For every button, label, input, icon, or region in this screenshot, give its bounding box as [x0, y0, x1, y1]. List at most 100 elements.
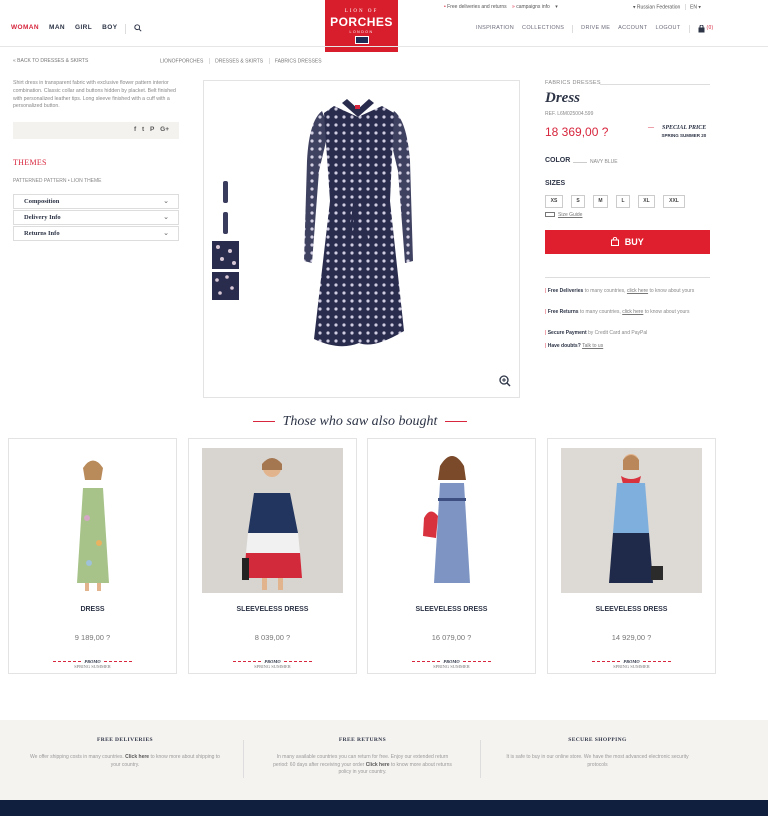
- divider: [600, 84, 710, 85]
- breadcrumb-item[interactable]: DRESSES & SKIRTS: [215, 58, 263, 64]
- info-text: to many countries,: [583, 288, 627, 294]
- product-name[interactable]: SLEEVELESS DRESS: [548, 606, 715, 613]
- separator: [572, 25, 574, 33]
- nav-account[interactable]: ACCOUNT: [618, 25, 647, 35]
- chevron-down-icon: ⌄: [163, 229, 169, 237]
- thumbnail[interactable]: [212, 178, 239, 206]
- separator: [268, 58, 270, 64]
- buy-label: BUY: [624, 237, 644, 247]
- product-name[interactable]: SLEEVELESS DRESS: [368, 606, 535, 613]
- secondary-nav: INSPIRATION COLLECTIONS DRIVE ME ACCOUNT…: [476, 24, 722, 35]
- nav-separator: [125, 24, 127, 34]
- product-name[interactable]: DRESS: [9, 606, 176, 613]
- nav-inspiration[interactable]: INSPIRATION: [476, 25, 514, 35]
- thumbnail[interactable]: [212, 209, 239, 237]
- divider: [573, 162, 587, 163]
- footer-col-secure: SECURE SHOPPING It is safe to buy in our…: [505, 737, 690, 769]
- special-price-label: SPECIAL PRICE: [662, 125, 707, 131]
- accordion-composition[interactable]: Composition ⌄: [13, 194, 179, 209]
- info-title: Free Deliveries: [547, 288, 584, 294]
- product-card[interactable]: SLEEVELESS DRESS 14 929,00 ? PROMO SPRING…: [547, 438, 716, 674]
- info-free-returns: | Free Returns to many countries, click …: [545, 309, 690, 315]
- chevron-down-icon: ▾: [698, 4, 701, 11]
- size-option[interactable]: XS: [545, 195, 563, 208]
- footer-col-returns: FREE RETURNS In many available countries…: [270, 737, 455, 777]
- product-image[interactable]: [368, 448, 535, 593]
- size-guide-link[interactable]: Size Guide: [545, 212, 582, 218]
- twitter-icon[interactable]: t: [142, 126, 144, 133]
- chevron-down-icon: ▾: [633, 4, 636, 11]
- ruler-icon: [545, 212, 555, 218]
- country-label: Russian Federation: [636, 4, 681, 11]
- breadcrumb-item[interactable]: FABRICS DRESSES: [275, 58, 322, 64]
- separator: [688, 25, 690, 33]
- info-text: to know about yours: [643, 309, 690, 315]
- nav-drive-me[interactable]: DRIVE ME: [581, 25, 610, 35]
- search-icon[interactable]: [134, 24, 142, 34]
- info-free-deliveries: | Free Deliveries to many countries, cli…: [545, 288, 695, 294]
- theme-links[interactable]: PATTERNED PATTERN • LION THEME: [13, 178, 102, 184]
- info-text: by Credit Card and PayPal: [586, 330, 648, 336]
- season-label: SPRING SUMMER: [254, 664, 291, 669]
- promo-badge: PROMO SPRING SUMMER: [548, 659, 715, 669]
- talk-to-us-link[interactable]: Talk to us: [582, 343, 603, 349]
- brand-logo[interactable]: LION OF PORCHES LONDON: [325, 0, 398, 52]
- topbar-campaigns-label[interactable]: campaigns info: [516, 4, 550, 10]
- product-image[interactable]: [561, 448, 702, 593]
- thumbnail[interactable]: [212, 241, 239, 269]
- zoom-icon[interactable]: [499, 375, 511, 390]
- nav-collections[interactable]: COLLECTIONS: [522, 25, 564, 35]
- size-option[interactable]: M: [593, 195, 608, 208]
- size-option[interactable]: S: [571, 195, 585, 208]
- thumbnail[interactable]: [212, 272, 239, 300]
- promo-badge: PROMO SPRING SUMMER: [9, 659, 176, 669]
- footer-col-title: SECURE SHOPPING: [568, 737, 627, 743]
- size-option[interactable]: XXL: [663, 195, 685, 208]
- pinterest-icon[interactable]: P: [150, 126, 154, 133]
- info-title: Free Returns: [547, 309, 579, 315]
- back-link[interactable]: « BACK TO DRESSES & SKIRTS: [13, 58, 88, 64]
- footer-col-text: We offer shipping costs in many countrie…: [30, 754, 124, 760]
- lang-label[interactable]: EN: [690, 4, 697, 10]
- product-card[interactable]: DRESS 9 189,00 ? PROMO SPRING SUMMER: [8, 438, 177, 674]
- product-main-image[interactable]: [203, 80, 520, 398]
- season-label: SPRING SUMMER: [74, 664, 111, 669]
- click-here-link[interactable]: Click here: [125, 754, 149, 760]
- size-option[interactable]: XL: [638, 195, 655, 208]
- size-option[interactable]: L: [616, 195, 630, 208]
- info-have-doubts: | Have doubts? Talk to us: [545, 343, 604, 349]
- topbar-deliveries[interactable]: • Free deliveries and returns » campaign…: [444, 4, 558, 10]
- product-image[interactable]: [9, 448, 176, 593]
- info-text: to know about yours: [648, 288, 695, 294]
- nav-girl[interactable]: GIRL: [75, 24, 92, 34]
- promo-badge: PROMO SPRING SUMMER: [368, 659, 535, 669]
- product-ref: REF. L6M025004.599: [545, 111, 594, 117]
- bullet-icon: •: [444, 4, 446, 10]
- breadcrumb-item[interactable]: LIONOFPORCHES: [160, 58, 203, 64]
- accordion-delivery-info[interactable]: Delivery Info ⌄: [13, 210, 179, 225]
- related-section-title: Those who saw also bought: [0, 414, 720, 430]
- click-here-link[interactable]: click here: [622, 309, 643, 315]
- facebook-icon[interactable]: f: [134, 126, 136, 133]
- accordion-returns-info[interactable]: Returns Info ⌄: [13, 226, 179, 241]
- nav-boy[interactable]: BOY: [102, 24, 117, 34]
- decor-line: [445, 421, 468, 423]
- cart-icon[interactable]: [698, 24, 705, 35]
- nav-man[interactable]: MAN: [49, 24, 65, 34]
- nav-logout[interactable]: LOGOUT: [655, 25, 680, 35]
- product-card[interactable]: SLEEVELESS DRESS 8 039,00 ? PROMO SPRING …: [188, 438, 357, 674]
- click-here-link[interactable]: click here: [627, 288, 648, 294]
- breadcrumb: LIONOFPORCHES DRESSES & SKIRTS FABRICS D…: [160, 58, 322, 64]
- product-description: Shirt dress in transparent fabric with e…: [13, 80, 176, 110]
- google-plus-icon[interactable]: G+: [160, 126, 169, 133]
- product-card[interactable]: SLEEVELESS DRESS 16 079,00 ? PROMO SPRING…: [367, 438, 536, 674]
- color-label: COLOR: [545, 157, 571, 164]
- buy-button[interactable]: BUY: [545, 230, 710, 254]
- product-name[interactable]: SLEEVELESS DRESS: [189, 606, 356, 613]
- separator: [208, 58, 210, 64]
- info-title: Have doubts?: [547, 343, 581, 349]
- product-image[interactable]: [202, 448, 343, 593]
- country-selector[interactable]: ▾ Russian Federation EN ▾: [633, 4, 701, 10]
- nav-woman[interactable]: WOMAN: [11, 24, 39, 34]
- click-here-link[interactable]: Click here: [366, 762, 390, 768]
